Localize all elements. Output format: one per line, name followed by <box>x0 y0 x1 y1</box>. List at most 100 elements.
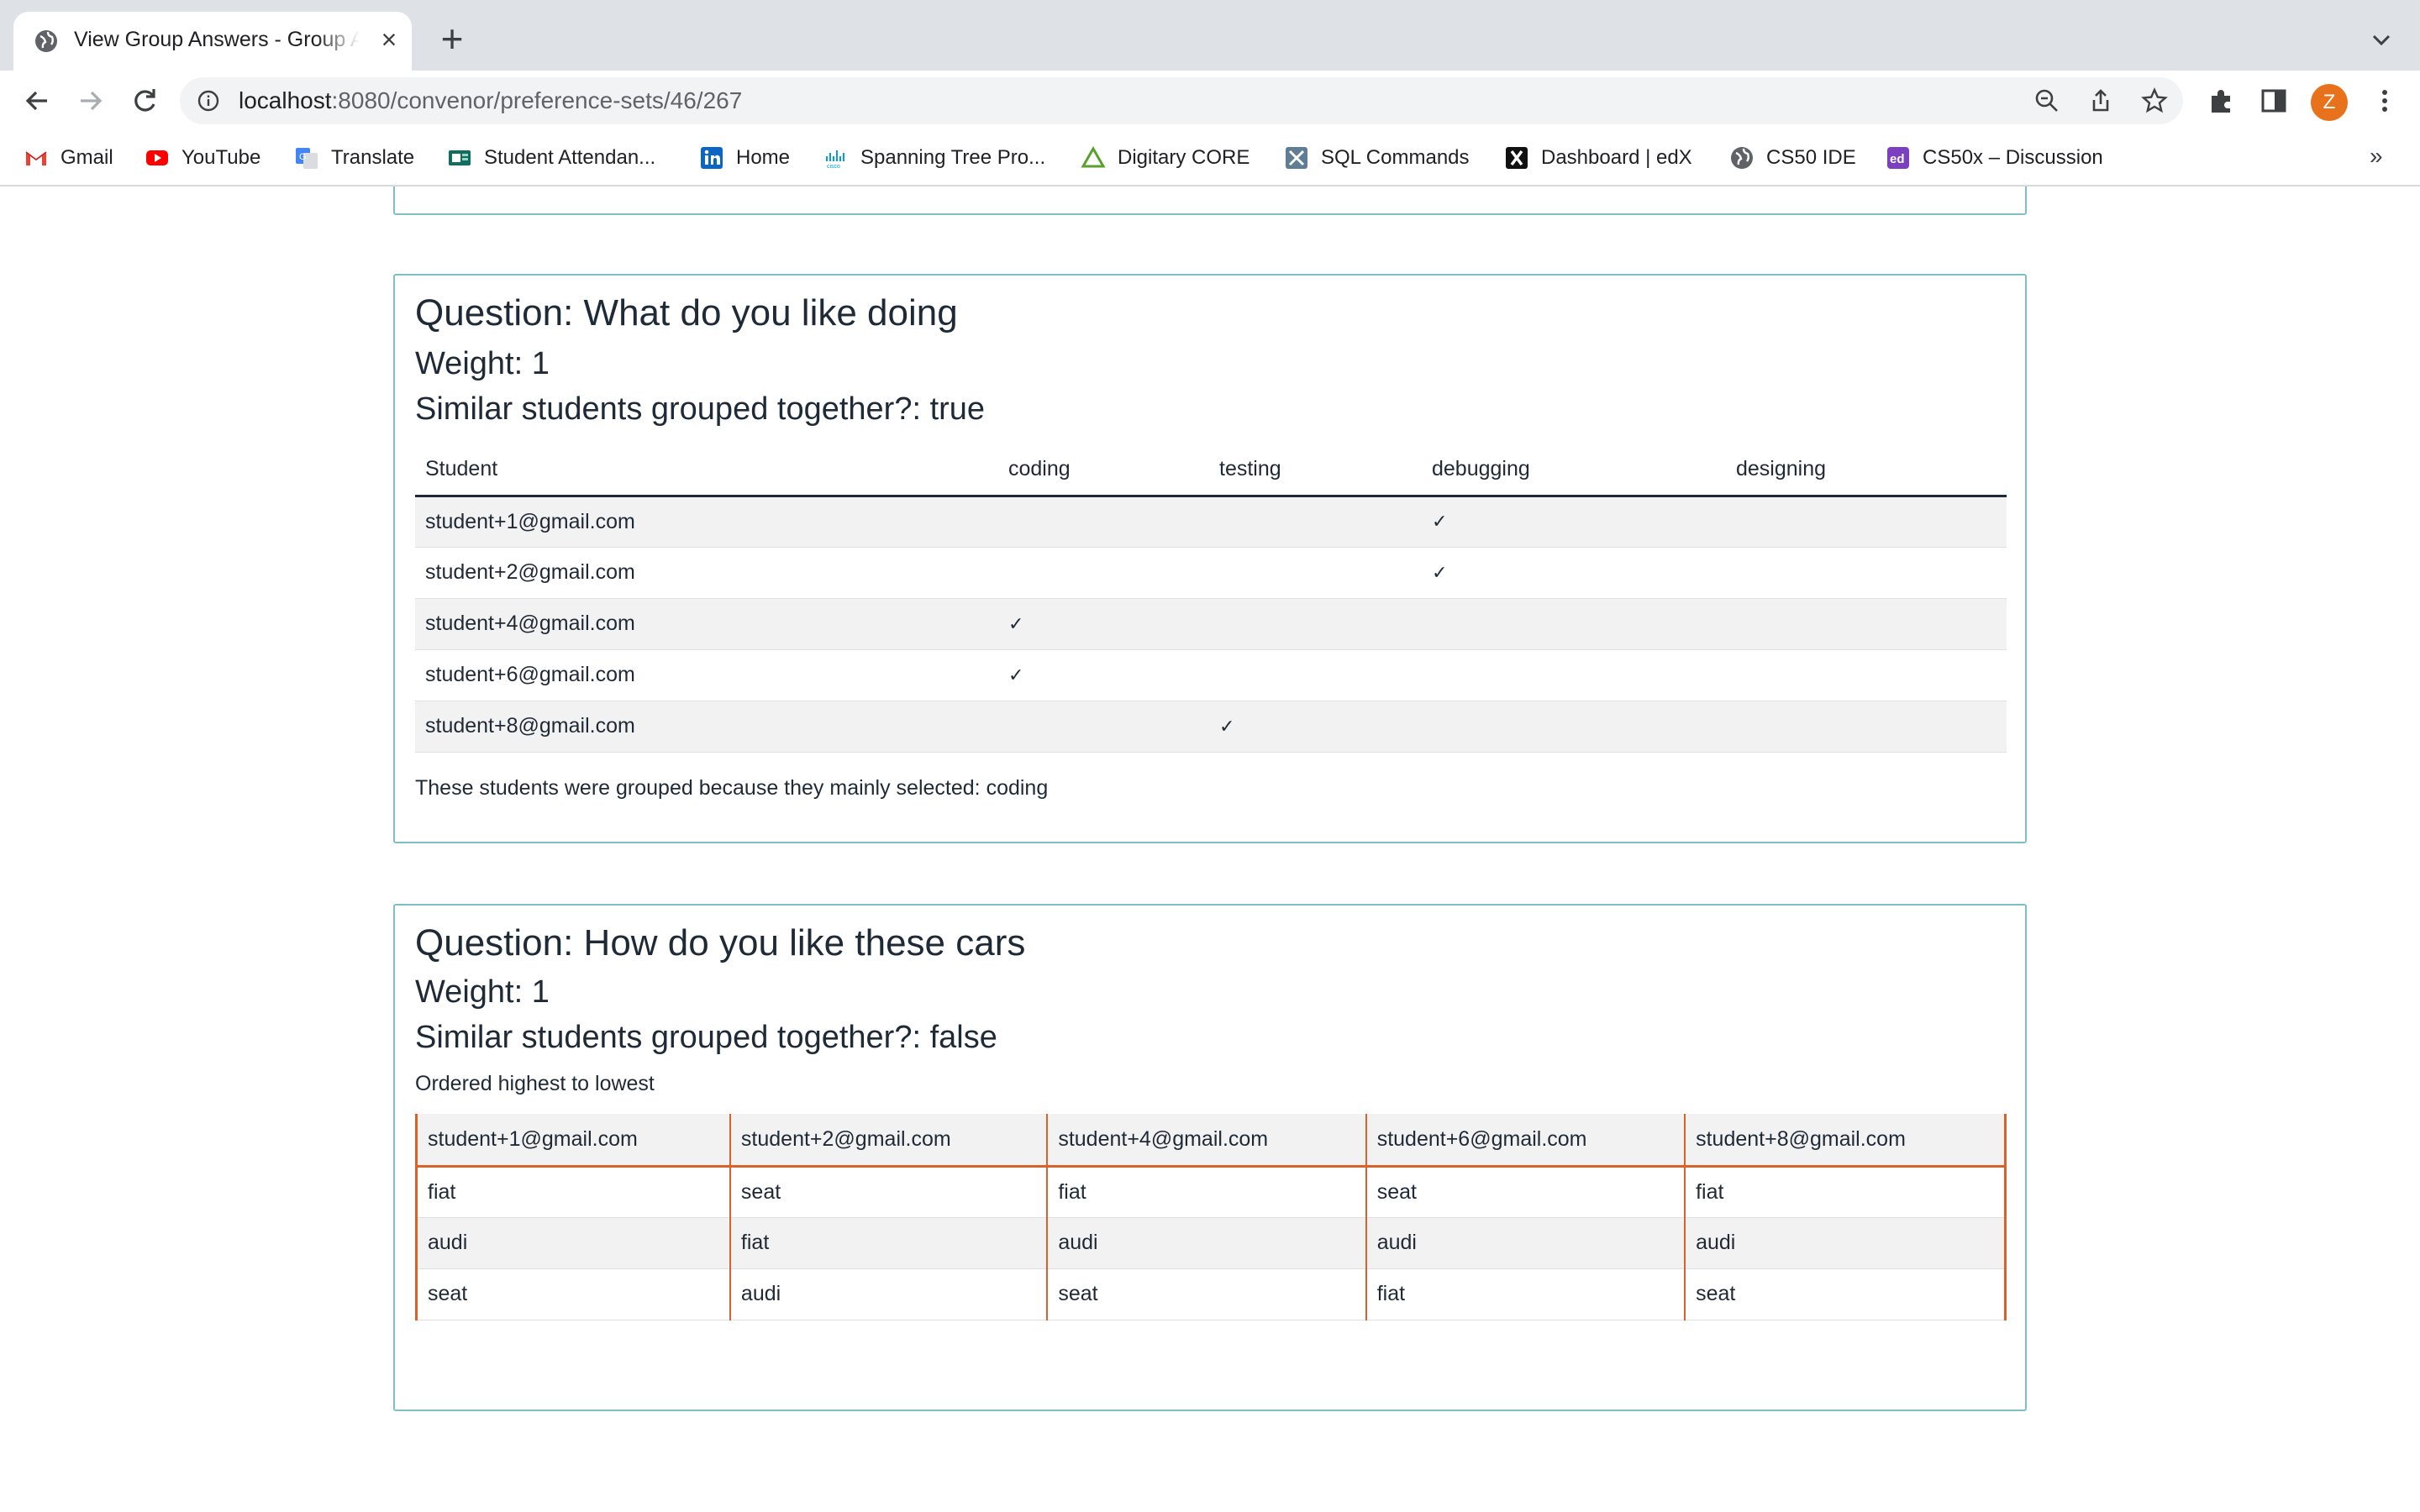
bookmark-spanning-tree[interactable]: cisco Spanning Tree Pro... <box>823 143 1045 173</box>
browser-toolbar: localhost:8080/convenor/preference-sets/… <box>0 71 2420 131</box>
bookmark-label: Digitary CORE <box>1118 146 1250 169</box>
table-row: student+2@gmail.com ✓ <box>415 547 2007 599</box>
bookmarks-bar: Gmail YouTube G Translate Student Attend… <box>0 131 2420 186</box>
ranking-cell: seat <box>1046 1268 1366 1320</box>
bookmark-youtube[interactable]: YouTube <box>145 143 260 173</box>
check-cell <box>1726 496 2007 548</box>
table-row: student+1@gmail.com ✓ <box>415 496 2007 548</box>
zoom-out-icon[interactable] <box>2033 87 2060 114</box>
order-note: Ordered highest to lowest <box>415 1072 655 1095</box>
column-header: testing <box>1209 444 1422 497</box>
new-tab-icon[interactable]: + <box>434 19 471 59</box>
ranking-cell: audi <box>1046 1217 1366 1269</box>
column-header: student+6@gmail.com <box>1365 1114 1686 1168</box>
ranking-cell: fiat <box>415 1166 730 1218</box>
check-cell <box>1726 598 2007 650</box>
table-row: student+8@gmail.com ✓ <box>415 701 2007 753</box>
bookmark-label: Spanning Tree Pro... <box>860 146 1046 169</box>
table-header-row: student+1@gmail.com student+2@gmail.com … <box>415 1114 2006 1168</box>
previous-question-card <box>393 186 2027 215</box>
check-cell <box>998 547 1209 599</box>
tab-title: View Group Answers - Group Allocation <box>74 28 360 51</box>
profile-avatar[interactable]: Z <box>2311 84 2348 121</box>
ranking-cell: fiat <box>729 1217 1048 1269</box>
bookmark-gmail[interactable]: Gmail <box>24 143 113 173</box>
more-bookmarks-chevron-icon[interactable]: » <box>2370 143 2383 170</box>
check-cell: ✓ <box>998 598 1209 650</box>
check-cell <box>1422 701 1726 753</box>
column-header: student+2@gmail.com <box>729 1114 1048 1168</box>
bookmark-cs50x-discussion[interactable]: ed CS50x – Discussion <box>1886 143 2103 173</box>
table-row: student+4@gmail.com ✓ <box>415 598 2007 650</box>
check-cell <box>998 496 1209 548</box>
bookmark-label: Gmail <box>60 146 113 169</box>
check-cell <box>1422 598 1726 650</box>
check-cell <box>1726 547 2007 599</box>
question-title: Question: How do you like these cars <box>415 922 1026 963</box>
address-bar[interactable]: localhost:8080/convenor/preference-sets/… <box>180 77 2183 124</box>
tab-search-chevron-icon[interactable] <box>2366 25 2396 55</box>
attendance-icon <box>449 150 471 165</box>
side-panel-icon[interactable] <box>2259 86 2289 116</box>
bookmark-cs50-ide[interactable]: CS50 IDE <box>1729 143 1856 173</box>
share-icon[interactable] <box>2087 87 2114 114</box>
student-email: student+2@gmail.com <box>415 547 998 599</box>
column-header: designing <box>1726 444 2007 497</box>
digitary-icon <box>1081 145 1106 168</box>
check-cell <box>1726 701 2007 753</box>
check-cell: ✓ <box>1209 701 1422 753</box>
column-header: Student <box>415 444 998 497</box>
kebab-menu-icon[interactable] <box>2370 86 2400 116</box>
sql-icon <box>1286 147 1307 169</box>
check-cell <box>1209 547 1422 599</box>
ranking-cell: seat <box>729 1166 1048 1218</box>
bookmark-translate[interactable]: G Translate <box>294 143 414 173</box>
cisco-icon: cisco <box>826 150 844 170</box>
bookmark-label: CS50 IDE <box>1766 146 1856 169</box>
question-card-2: Question: How do you like these cars Wei… <box>393 904 2027 1411</box>
table-row: seat audi seat fiat seat <box>415 1268 2006 1320</box>
ranking-cell: fiat <box>1365 1268 1686 1320</box>
column-header: coding <box>998 444 1209 497</box>
bookmark-edx-dashboard[interactable]: Dashboard | edX <box>1504 143 1692 173</box>
check-cell <box>998 701 1209 753</box>
bookmark-label: Dashboard | edX <box>1541 146 1692 169</box>
active-tab[interactable]: View Group Answers - Group Allocation × <box>13 12 412 71</box>
extensions-puzzle-icon[interactable] <box>2207 86 2237 116</box>
bookmark-home[interactable]: Home <box>699 143 790 173</box>
table-row: fiat seat fiat seat fiat <box>415 1166 2006 1218</box>
browser-chrome: View Group Answers - Group Allocation × … <box>0 0 2420 186</box>
reload-icon[interactable] <box>128 84 161 118</box>
ranking-cell: audi <box>415 1217 730 1269</box>
bookmark-sql-commands[interactable]: SQL Commands <box>1284 143 1470 173</box>
edx-icon <box>1506 147 1528 169</box>
column-header: debugging <box>1422 444 1726 497</box>
forward-arrow-icon[interactable] <box>74 84 108 118</box>
student-email: student+1@gmail.com <box>415 496 998 548</box>
check-cell: ✓ <box>1422 547 1726 599</box>
translate-icon: G <box>296 148 318 169</box>
check-cell <box>1209 649 1422 701</box>
bookmark-star-icon[interactable] <box>2141 87 2168 114</box>
site-info-icon[interactable] <box>197 89 220 113</box>
tab-close-icon[interactable]: × <box>375 25 403 54</box>
back-arrow-icon[interactable] <box>20 84 54 118</box>
url-host: localhost <box>239 87 332 113</box>
globe-icon <box>1731 147 1753 169</box>
ranking-cell: audi <box>729 1268 1048 1320</box>
youtube-icon <box>146 150 168 165</box>
bookmark-student-attendance[interactable]: Student Attendan... <box>447 143 655 173</box>
svg-text:G: G <box>299 152 307 162</box>
column-header: student+1@gmail.com <box>415 1114 730 1168</box>
table-row: student+6@gmail.com ✓ <box>415 649 2007 701</box>
svg-text:cisco: cisco <box>827 164 840 170</box>
question-weight: Weight: 1 <box>415 974 550 1010</box>
question-card-1: Question: What do you like doing Weight:… <box>393 274 2027 843</box>
table-row: audi fiat audi audi audi <box>415 1217 2006 1269</box>
tab-strip: View Group Answers - Group Allocation × … <box>0 0 2420 71</box>
bookmark-digitary-core[interactable]: Digitary CORE <box>1081 143 1249 173</box>
ranking-cell: fiat <box>1684 1166 2006 1218</box>
bookmark-label: Translate <box>331 146 415 169</box>
ranking-cell: fiat <box>1046 1166 1366 1218</box>
ranking-cell: seat <box>1365 1166 1686 1218</box>
